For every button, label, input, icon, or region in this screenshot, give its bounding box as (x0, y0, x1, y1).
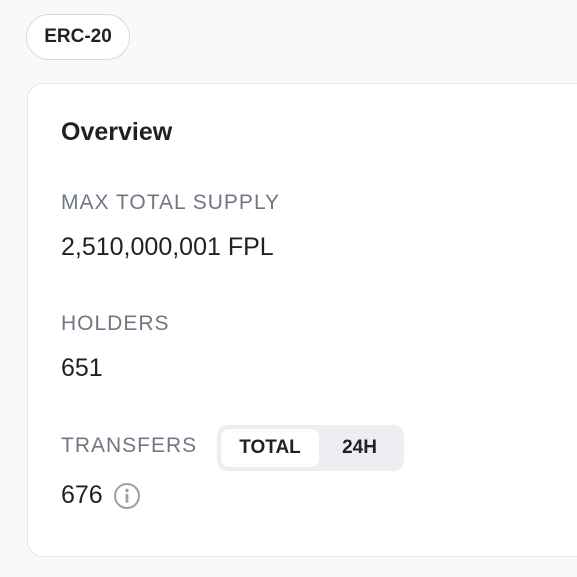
transfers-period-toggle: TOTAL 24H (217, 425, 404, 471)
transfers-value: 676 (61, 481, 103, 509)
toggle-total-button[interactable]: TOTAL (221, 429, 319, 467)
info-circle-icon[interactable] (113, 482, 141, 510)
max-total-supply-value: 2,510,000,001 FPL (61, 233, 274, 261)
page: ERC-20 Overview MAX TOTAL SUPPLY 2,510,0… (0, 0, 577, 577)
max-total-supply-label: MAX TOTAL SUPPLY (61, 191, 281, 214)
transfers-label: TRANSFERS (61, 434, 198, 457)
toggle-24h-button[interactable]: 24H (319, 429, 400, 467)
overview-card: Overview MAX TOTAL SUPPLY 2,510,000,001 … (27, 83, 577, 557)
token-standard-label: ERC-20 (44, 26, 112, 47)
overview-title: Overview (61, 118, 173, 146)
holders-label: HOLDERS (61, 312, 170, 335)
token-standard-badge: ERC-20 (26, 14, 130, 60)
transfers-value-row: 676 (61, 481, 141, 510)
holders-value: 651 (61, 354, 103, 382)
